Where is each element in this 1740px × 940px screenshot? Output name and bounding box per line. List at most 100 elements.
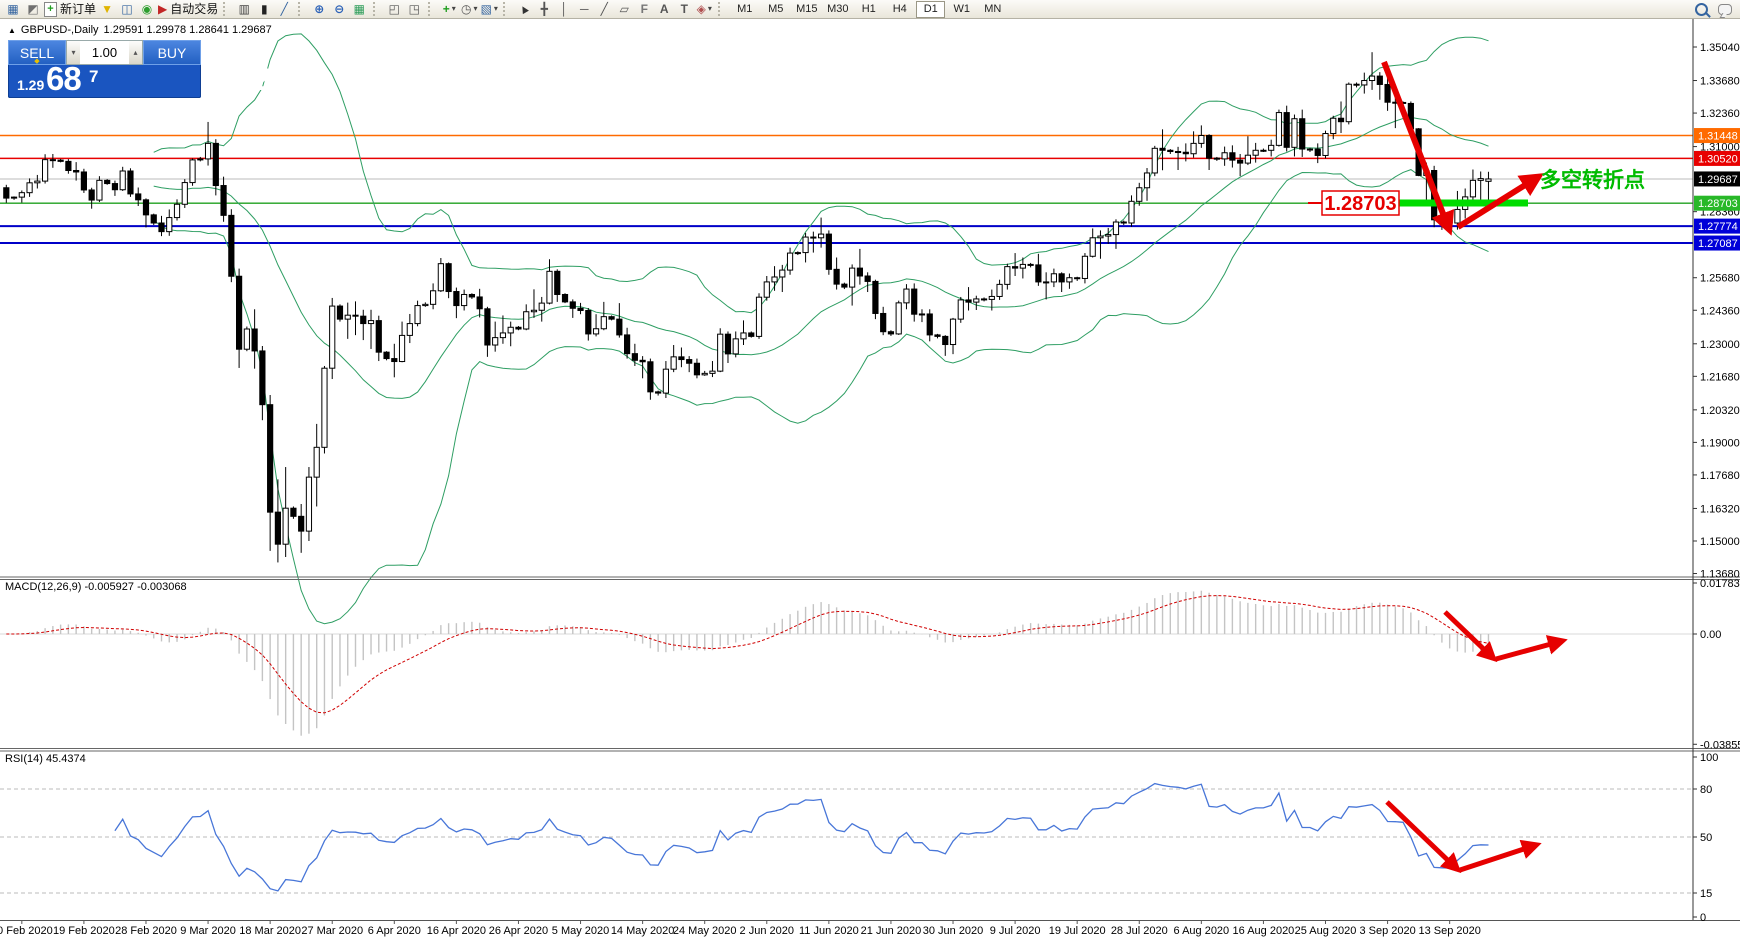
indicators-add-button[interactable]: +▾: [440, 1, 458, 17]
candle-up: [950, 319, 955, 344]
crosshair-button[interactable]: ╋: [535, 1, 553, 17]
signals-button[interactable]: ◉: [138, 1, 156, 17]
line-chart-button[interactable]: ╱: [275, 1, 293, 17]
candle-up: [368, 321, 373, 324]
autotrading-button[interactable]: ▶自动交易: [158, 1, 218, 17]
zoom-in-button[interactable]: ⊕: [310, 1, 328, 17]
candle-down: [446, 264, 451, 292]
candle-up: [19, 193, 24, 197]
timeframe-button-m15[interactable]: M15: [792, 1, 821, 18]
symbol-header: ▲ GBPUSD-,Daily 1.29591 1.29978 1.28641 …: [8, 24, 272, 36]
candle-up: [120, 171, 125, 190]
channel-button[interactable]: ▱: [615, 1, 633, 17]
search-icon[interactable]: [1695, 3, 1708, 16]
timeframe-button-h1[interactable]: H1: [854, 1, 883, 18]
candle-down: [1168, 150, 1173, 151]
candle-up: [43, 160, 48, 181]
candle-down: [112, 184, 117, 190]
timeframe-button-m30[interactable]: M30: [823, 1, 852, 18]
timeframe-button-m5[interactable]: M5: [761, 1, 790, 18]
candle-up: [283, 508, 288, 544]
candle-down: [842, 284, 847, 287]
candle-up: [1152, 148, 1157, 173]
periods-icon: ◷: [461, 1, 471, 17]
text-label-button[interactable]: T: [675, 1, 693, 17]
templates-button[interactable]: ▧▾: [480, 1, 498, 17]
buy-button[interactable]: BUY: [143, 40, 201, 65]
price-tick-label: 1.32360: [1700, 108, 1740, 120]
buy-price[interactable]: 1.29 72 3: [105, 65, 202, 98]
new-order-button[interactable]: +新订单: [44, 1, 96, 17]
toolbar: ▦◩+新订单▼◫◉▶自动交易▥▮╱⊕⊖▦◰◳+▾◷▾▧▾▲╋│─╱▱FAT◈▾M…: [0, 0, 1740, 19]
tick-chart-button[interactable]: ◩: [24, 1, 42, 17]
tile-windows-button[interactable]: ▦: [350, 1, 368, 17]
timeframe-button-m1[interactable]: M1: [730, 1, 759, 18]
cursor-button[interactable]: ▲: [515, 1, 533, 17]
candle-up: [1470, 180, 1475, 197]
horizontal-line-button[interactable]: ─: [575, 1, 593, 17]
timeframe-button-h4[interactable]: H4: [885, 1, 914, 18]
sell-price[interactable]: 1.29 68 7: [8, 65, 105, 98]
date-label: 21 Jun 2020: [861, 925, 922, 937]
candle-up: [1044, 282, 1049, 283]
text-button[interactable]: A: [655, 1, 673, 17]
candle-down: [159, 223, 164, 232]
candle-down: [640, 360, 645, 361]
trade-marker-icon: ◆: [34, 58, 39, 65]
toolbar-separator: [428, 2, 435, 16]
candle-up: [1455, 209, 1460, 223]
cursor-icon: ▲: [515, 0, 533, 19]
rsi-tick-label: 15: [1700, 888, 1712, 900]
candle-up: [493, 338, 498, 345]
candle-down: [81, 172, 86, 190]
toolbar-separator: [223, 2, 230, 16]
indicators-add-icon: +: [443, 1, 450, 17]
candle-up: [974, 299, 979, 302]
candle-up: [306, 477, 311, 531]
candle-down: [353, 315, 358, 316]
trendline-button[interactable]: ╱: [595, 1, 613, 17]
vertical-line-button[interactable]: │: [555, 1, 573, 17]
candle-up: [904, 289, 909, 303]
fibonacci-button[interactable]: F: [635, 1, 653, 17]
candle-down: [260, 351, 265, 405]
arrows-icon: ◈: [697, 1, 706, 17]
price-tick-label: 1.20320: [1700, 405, 1740, 417]
signals-icon: ◉: [142, 1, 152, 17]
candle-up: [1106, 235, 1111, 236]
volume-input[interactable]: [80, 41, 129, 64]
bar-chart-button[interactable]: ▥: [235, 1, 253, 17]
track-chart-button[interactable]: ◳: [405, 1, 423, 17]
timeframe-button-d1[interactable]: D1: [916, 1, 945, 18]
candle-down: [50, 160, 55, 161]
candle-up: [803, 237, 808, 253]
candle-down: [1059, 274, 1064, 282]
chat-icon[interactable]: [1718, 4, 1732, 15]
price-tag-label: 1.31448: [1698, 131, 1738, 143]
candle-up: [11, 197, 16, 198]
chart-canvas[interactable]: 1.350401.336801.323601.310001.283601.256…: [0, 0, 1740, 940]
toolbar-separator: [373, 2, 380, 16]
candle-up: [1307, 149, 1312, 150]
metaeditor-button[interactable]: ▼: [98, 1, 116, 17]
volume-increase-button[interactable]: ▴: [129, 41, 142, 64]
candlestick-chart-button[interactable]: ▮: [255, 1, 273, 17]
auto-arrange-button[interactable]: ◰: [385, 1, 403, 17]
zoom-out-button[interactable]: ⊖: [330, 1, 348, 17]
collapse-arrow-icon[interactable]: ▲: [8, 26, 16, 35]
market-watch-button[interactable]: ◫: [118, 1, 136, 17]
chart-window-button[interactable]: ▦: [4, 1, 22, 17]
date-label: 3 Sep 2020: [1359, 925, 1415, 937]
candle-up: [1245, 155, 1250, 163]
templates-icon: ▧: [481, 1, 492, 17]
candle-down: [1354, 84, 1359, 85]
candle-down: [384, 352, 389, 358]
timeframe-button-mn[interactable]: MN: [978, 1, 1007, 18]
periods-button[interactable]: ◷▾: [460, 1, 478, 17]
candle-up: [671, 357, 676, 369]
candle-up: [182, 183, 187, 205]
candle-up: [1292, 119, 1297, 148]
arrows-button[interactable]: ◈▾: [695, 1, 713, 17]
timeframe-button-w1[interactable]: W1: [947, 1, 976, 18]
macd-tick-label: -0.038559: [1700, 739, 1740, 751]
